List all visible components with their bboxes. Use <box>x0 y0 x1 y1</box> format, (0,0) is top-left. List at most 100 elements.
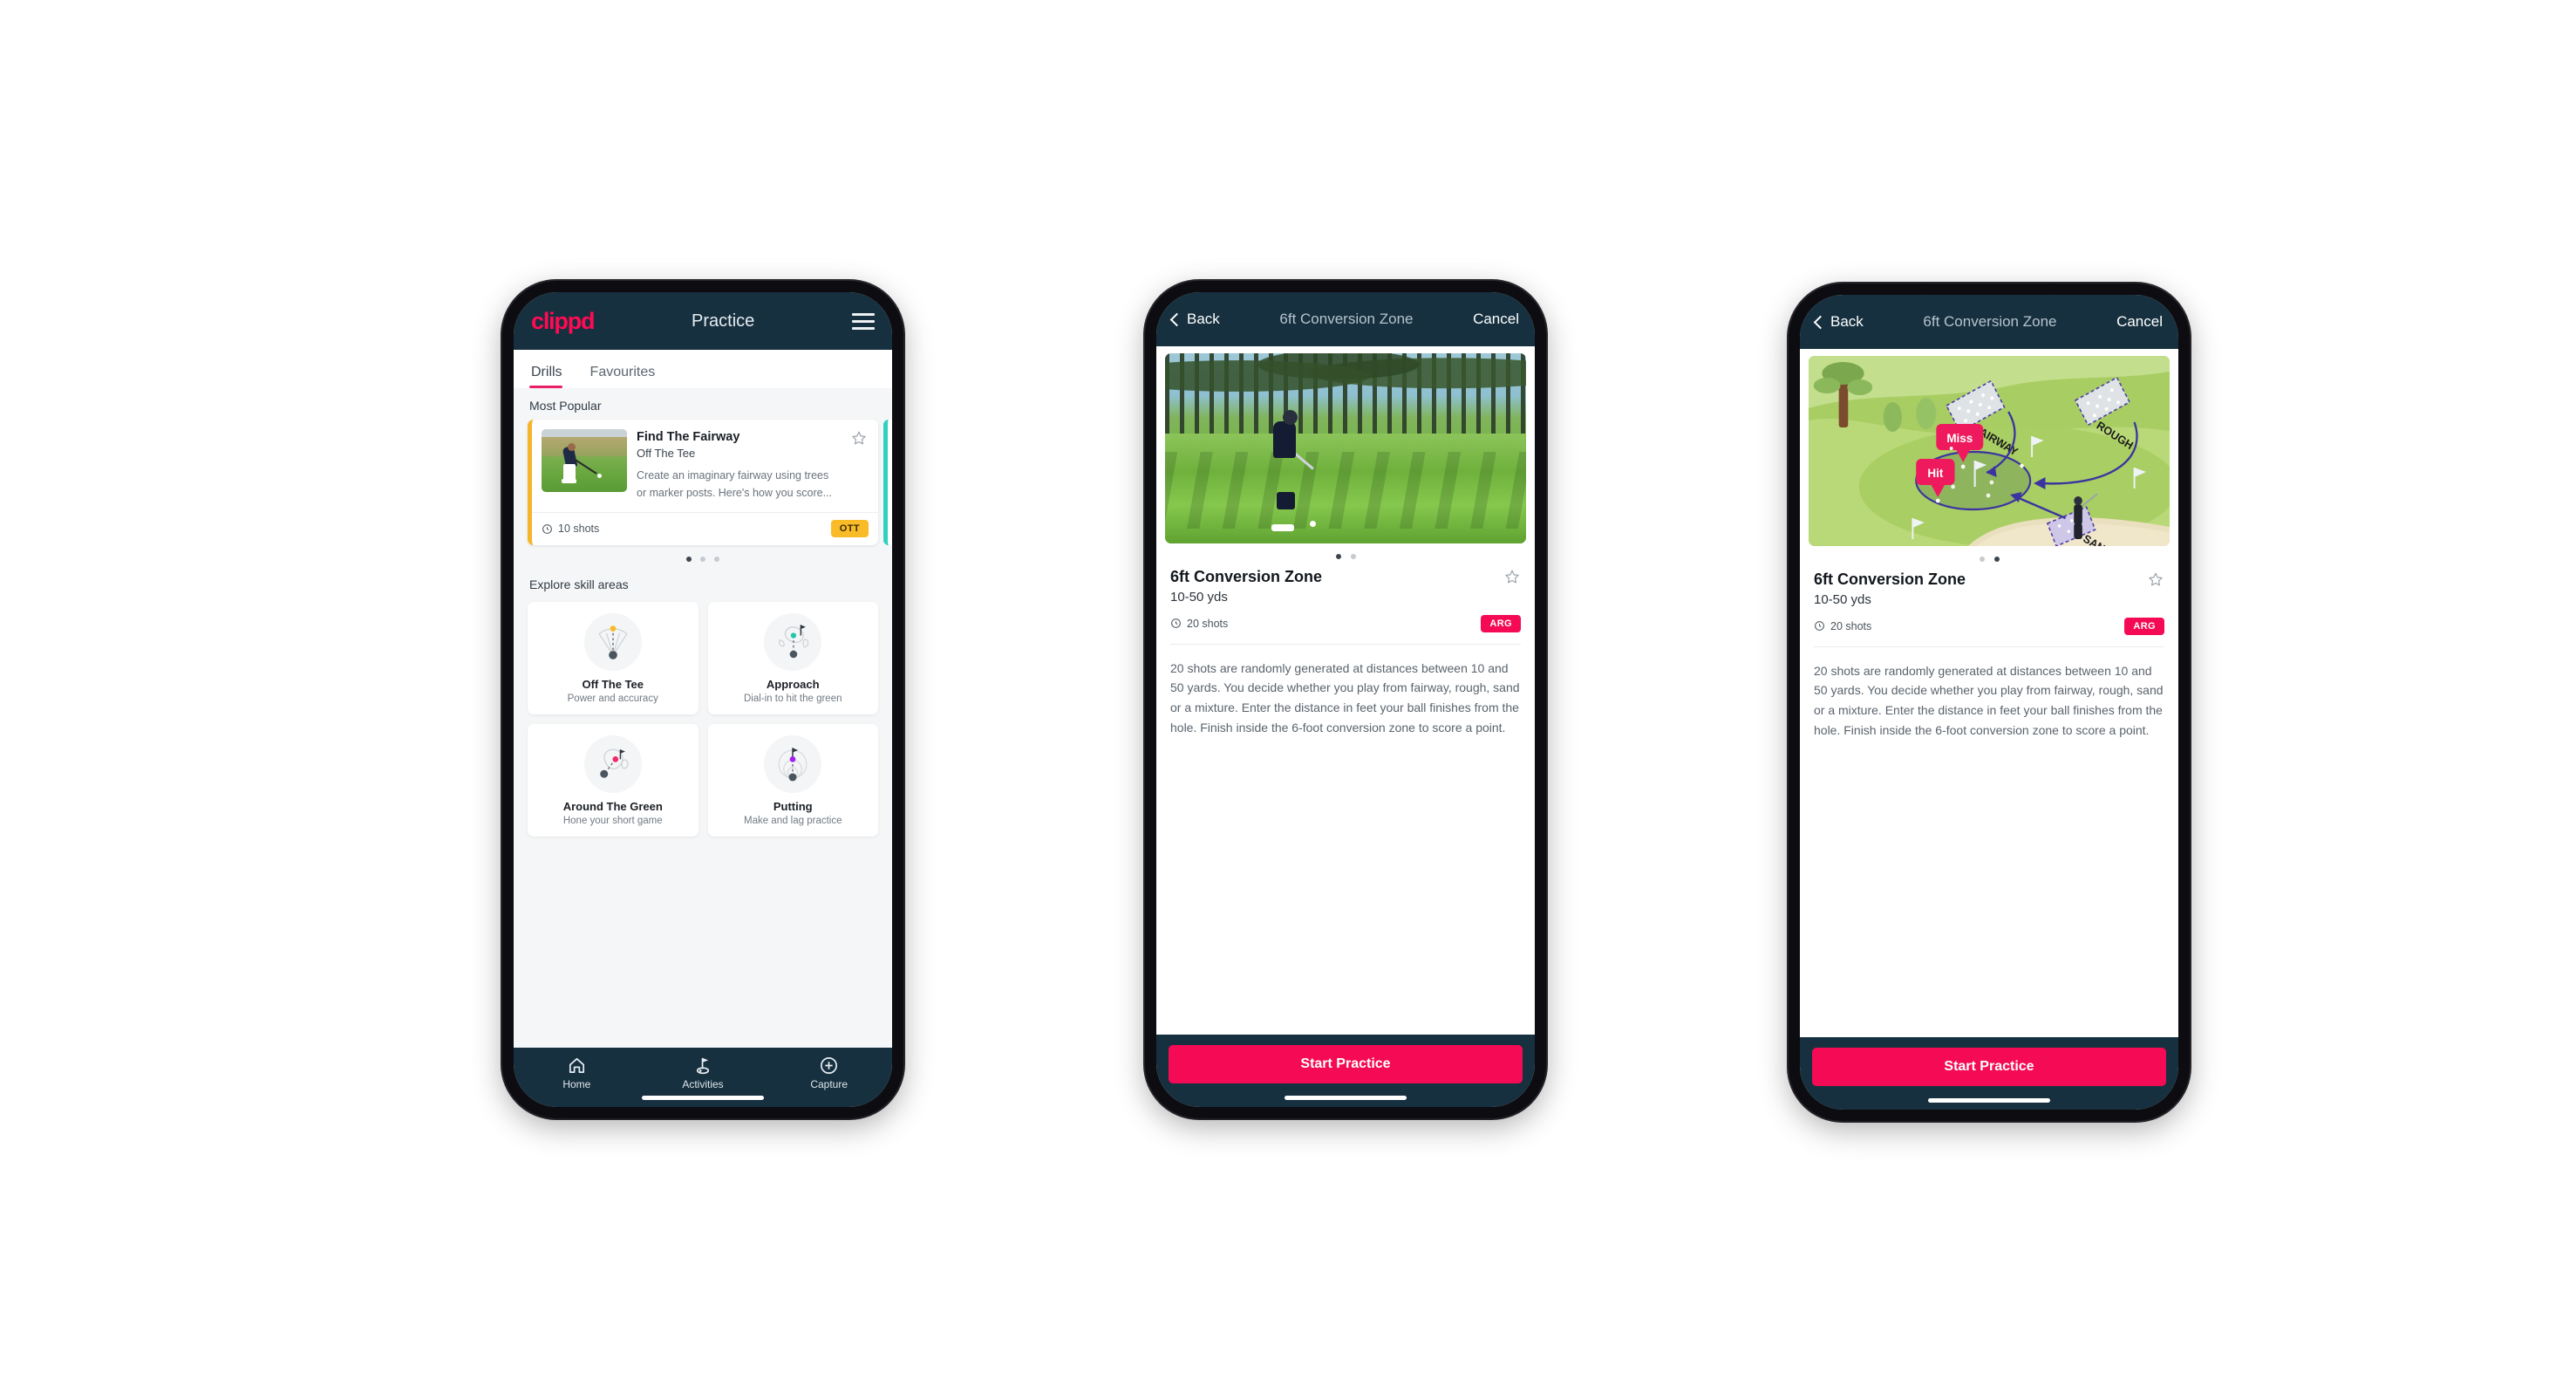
drill-card-footer: 10 shots OTT <box>532 511 878 545</box>
hero-dot-2[interactable] <box>1350 554 1356 559</box>
tab-drills[interactable]: Drills <box>529 365 575 388</box>
hero-wrap <box>1156 346 1535 543</box>
cta-spacer <box>1169 1083 1523 1096</box>
nav-label: Activities <box>682 1078 724 1090</box>
hero-golfer-legs <box>1277 492 1296 510</box>
screenshot-stage: clippd Practice Drills Favourites Most P… <box>0 0 2576 1387</box>
thumb-golfer-legs <box>563 464 576 480</box>
practice-content: Most Popular Find The Fairway Off The Te… <box>514 388 892 1048</box>
skill-pill-ott: OTT <box>830 520 869 538</box>
hit-label: Hit <box>1927 467 1943 480</box>
tab-favourites[interactable]: Favourites <box>590 365 668 388</box>
drill-hero-diagram[interactable]: FAIRWAY ROUGH SAND Miss Hit <box>1809 356 2170 546</box>
drill-title: 6ft Conversion Zone <box>1814 571 1966 588</box>
nav-item-capture[interactable]: Capture <box>766 1056 892 1096</box>
skill-desc: Make and lag practice <box>743 815 842 826</box>
page-title: Practice <box>692 311 755 331</box>
clock-icon <box>1171 618 1181 628</box>
detail-header: 6ft Conversion Zone 10-50 yds <box>1814 571 2164 607</box>
skill-name: Approach <box>766 677 820 691</box>
phone1-screen: clippd Practice Drills Favourites Most P… <box>514 292 892 1107</box>
nav-item-activities[interactable]: Activities <box>640 1056 767 1096</box>
tab-bar: Drills Favourites <box>514 350 892 388</box>
drill-description: 20 shots are randomly generated at dista… <box>1814 663 2164 737</box>
tee-shot-fan-icon <box>583 612 642 671</box>
drill-shots-label: 20 shots <box>1187 617 1229 630</box>
cta-spacer <box>1812 1086 2166 1098</box>
around-green-icon <box>583 734 642 793</box>
detail-page-title: 6ft Conversion Zone <box>1279 311 1414 327</box>
back-button[interactable]: Back <box>1169 311 1220 328</box>
home-indicator <box>642 1096 764 1100</box>
phone2-screen: Back 6ft Conversion Zone Cancel 6ft Conv… <box>1156 292 1535 1107</box>
phone-mockup-drill-detail-photo: Back 6ft Conversion Zone Cancel 6ft Conv… <box>1145 281 1546 1118</box>
clock-icon <box>542 523 552 534</box>
skill-pill-arg: ARG <box>1481 614 1521 632</box>
skill-areas-grid: Off The Tee Power and accuracy Approach … <box>528 601 878 837</box>
hero-dot-1[interactable] <box>1335 554 1341 559</box>
approach-green-icon <box>764 612 822 671</box>
hero-golfer-shoe <box>1271 524 1295 532</box>
phone-mockup-practice-list: clippd Practice Drills Favourites Most P… <box>502 281 903 1118</box>
thumb-golf-club <box>573 458 597 475</box>
home-icon <box>569 1057 584 1074</box>
drill-title: Find The Fairway <box>637 430 740 444</box>
carousel-pagination <box>528 545 878 567</box>
back-button[interactable]: Back <box>1813 313 1864 331</box>
start-practice-button[interactable]: Start Practice <box>1812 1048 2166 1086</box>
skill-name: Off The Tee <box>582 677 644 691</box>
hamburger-line <box>852 326 875 330</box>
detail-body: FAIRWAY ROUGH SAND Miss Hit 6ft Conversi… <box>1800 349 2178 1037</box>
skill-card-around-the-green[interactable]: Around The Green Hone your short game <box>528 723 699 837</box>
detail-title-block: 6ft Conversion Zone 10-50 yds <box>1814 571 1966 607</box>
start-practice-button[interactable]: Start Practice <box>1169 1045 1523 1083</box>
carousel-dot-3[interactable] <box>714 556 719 562</box>
home-indicator <box>1285 1096 1407 1100</box>
nav-item-home[interactable]: Home <box>514 1056 640 1096</box>
drill-yardage: 10-50 yds <box>1170 589 1228 605</box>
detail-title-block: 6ft Conversion Zone 10-50 yds <box>1170 568 1322 605</box>
carousel-dot-2[interactable] <box>700 556 705 562</box>
drill-title: 6ft Conversion Zone <box>1170 568 1323 585</box>
hero-dot-2[interactable] <box>1993 557 2000 562</box>
hamburger-icon[interactable] <box>852 312 875 330</box>
skill-card-putting[interactable]: Putting Make and lag practice <box>707 723 878 837</box>
star-outline-icon[interactable] <box>850 429 868 447</box>
drill-carousel: Find The Fairway Off The Tee Create an i… <box>528 420 892 545</box>
bottom-navigation: Home Activities Capture <box>514 1048 892 1107</box>
miss-label: Miss <box>1946 432 1973 445</box>
star-outline-icon[interactable] <box>2147 571 2164 588</box>
chevron-left-icon <box>1169 312 1184 326</box>
star-outline-icon[interactable] <box>1503 568 1521 585</box>
skill-card-approach[interactable]: Approach Dial-in to hit the green <box>707 601 878 714</box>
skill-desc: Dial-in to hit the green <box>743 693 842 704</box>
thumb-golf-ball <box>597 474 602 478</box>
skill-pill-arg: ARG <box>2124 617 2164 635</box>
carousel-dot-1[interactable] <box>686 556 692 562</box>
clippd-logo: clippd <box>531 307 596 334</box>
golf-course-diagram: FAIRWAY ROUGH SAND Miss Hit <box>1809 356 2170 546</box>
golf-flag-icon <box>696 1057 709 1075</box>
skill-card-off-the-tee[interactable]: Off The Tee Power and accuracy <box>528 601 699 714</box>
cta-wrap: Start Practice <box>1156 1035 1535 1107</box>
app-topbar: clippd Practice <box>514 292 892 350</box>
back-label: Back <box>1830 313 1864 330</box>
drill-thumbnail <box>542 429 627 492</box>
thumb-golfer-shoe <box>562 479 576 483</box>
drill-description: Create an imaginary fairway using trees … <box>637 469 832 499</box>
thumb-rough <box>542 437 627 456</box>
thumb-golfer-head <box>568 443 576 451</box>
drill-yardage: 10-50 yds <box>1814 591 1871 607</box>
hero-dot-1[interactable] <box>1979 557 1985 562</box>
drill-shots: 20 shots <box>1814 620 1871 632</box>
next-drill-card-peek[interactable] <box>883 420 892 545</box>
drill-card-find-the-fairway[interactable]: Find The Fairway Off The Tee Create an i… <box>528 420 878 545</box>
hero-golf-ball <box>1309 520 1316 527</box>
detail-page-title: 6ft Conversion Zone <box>1923 313 2057 330</box>
hero-pagination <box>1170 543 1521 568</box>
cancel-button[interactable]: Cancel <box>1473 311 1519 328</box>
drill-hero-photo[interactable] <box>1165 353 1526 543</box>
bottom-nav-row: Home Activities Capture <box>514 1056 892 1096</box>
cancel-button[interactable]: Cancel <box>2116 313 2163 331</box>
most-popular-heading: Most Popular <box>529 399 602 413</box>
